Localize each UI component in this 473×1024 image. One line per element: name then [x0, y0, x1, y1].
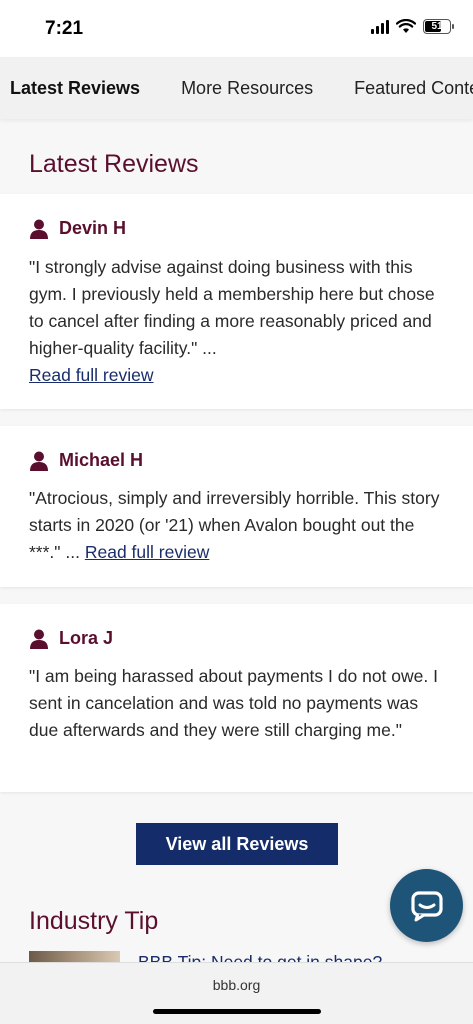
wifi-icon: [396, 19, 416, 33]
review-quote: "I strongly advise against doing busines…: [29, 257, 435, 358]
reviewer-name: Lora J: [59, 628, 114, 648]
person-icon: [30, 451, 48, 471]
reviewer-name: Michael H: [59, 450, 144, 470]
tab-featured-content[interactable]: Featured Conte: [344, 78, 473, 99]
person-icon: [30, 219, 48, 239]
read-full-review-link[interactable]: Read full review: [29, 365, 154, 385]
cellular-signal-icon: [371, 19, 389, 34]
review-quote: "I am being harassed about payments I do…: [29, 666, 438, 740]
read-full-review-link[interactable]: Read full review: [85, 542, 210, 562]
browser-url-bar: bbb.org: [0, 962, 473, 1024]
review-card: Lora J "I am being harassed about paymen…: [0, 604, 473, 792]
status-bar: 7:21 51: [0, 0, 473, 57]
tab-more-resources[interactable]: More Resources: [171, 78, 313, 99]
view-all-reviews-button[interactable]: View all Reviews: [136, 823, 338, 865]
battery-icon: 51: [423, 19, 454, 34]
status-icons: 51: [371, 19, 454, 34]
review-card: Michael H "Atrocious, simply and irrever…: [0, 426, 473, 587]
reviewer-name: Devin H: [59, 218, 127, 238]
review-text: "I strongly advise against doing busines…: [29, 254, 449, 389]
reviewer: Lora J: [29, 628, 113, 649]
review-text: "Atrocious, simply and irreversibly horr…: [29, 485, 449, 566]
status-time: 7:21: [45, 18, 84, 39]
home-indicator[interactable]: [153, 1009, 321, 1014]
industry-tip-heading: Industry Tip: [29, 907, 159, 935]
tab-latest-reviews[interactable]: Latest Reviews: [0, 78, 140, 99]
tab-bar: Latest Reviews More Resources Featured C…: [0, 57, 473, 119]
person-icon: [30, 629, 48, 649]
reviewer: Devin H: [29, 218, 126, 239]
reviewer: Michael H: [29, 450, 143, 471]
chat-button[interactable]: [390, 869, 463, 942]
battery-level: 51: [431, 21, 443, 32]
review-card: Devin H "I strongly advise against doing…: [0, 194, 473, 409]
latest-reviews-heading: Latest Reviews: [29, 150, 199, 178]
review-text: "I am being harassed about payments I do…: [29, 663, 449, 744]
chat-icon: [410, 890, 443, 921]
url-text[interactable]: bbb.org: [0, 977, 473, 993]
tip-link[interactable]: BBB Tip: Need to get in shape?: [138, 950, 382, 962]
